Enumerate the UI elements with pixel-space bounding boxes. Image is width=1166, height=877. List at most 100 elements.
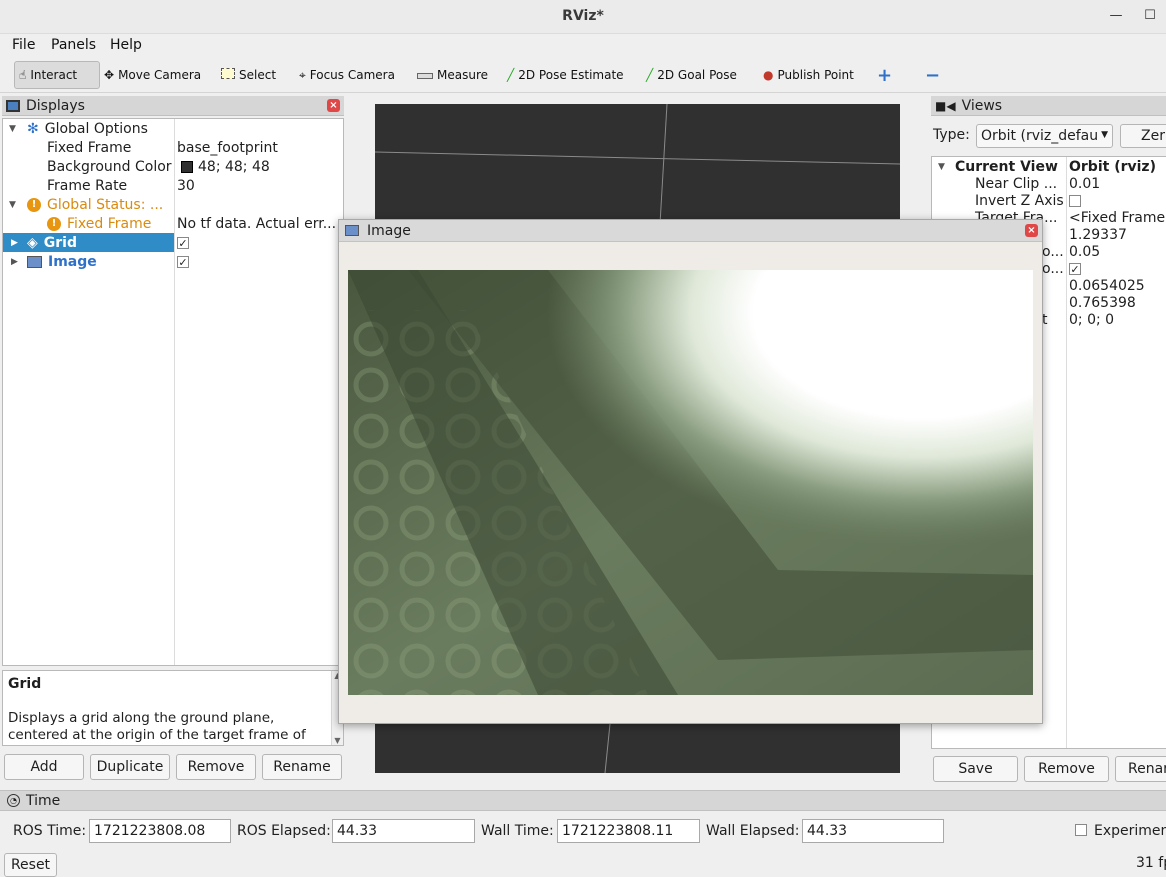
image-panel[interactable]: Image ×	[338, 219, 1043, 724]
type-label: Type:	[933, 127, 970, 143]
grid-row[interactable]: ◈ Grid	[27, 233, 77, 252]
global-status-row[interactable]: ! Global Status: ...	[27, 195, 163, 214]
expand-arrow-icon[interactable]: ▼	[9, 200, 16, 210]
camera-image	[348, 270, 1033, 695]
pose-estimate-button[interactable]: ╱ 2D Pose Estimate	[503, 61, 628, 89]
move-camera-label: Move Camera	[118, 68, 202, 82]
ros-time-label: ROS Time:	[13, 823, 87, 839]
remove-view-button[interactable]: Remove	[1024, 756, 1109, 782]
grid-enabled-checkbox[interactable]: ✓	[177, 233, 189, 252]
crosshair-icon: ⌖	[299, 67, 306, 82]
description-title: Grid	[8, 676, 42, 692]
warning-icon: !	[47, 216, 61, 231]
select-button[interactable]: Select	[217, 61, 280, 89]
wall-elapsed-field[interactable]: 44.33	[802, 819, 944, 843]
hand-pointer-icon: ☝	[19, 68, 27, 82]
rename-display-button[interactable]: Rename	[262, 754, 342, 780]
title-bar: RViz* — ☐	[0, 0, 1166, 34]
monitor-icon	[6, 99, 20, 112]
warning-icon: !	[27, 197, 41, 212]
map-pin-icon: ●	[763, 68, 774, 82]
move-camera-button[interactable]: ✥ Move Camera	[100, 61, 205, 89]
background-color-value[interactable]: 48; 48; 48	[181, 157, 270, 176]
menu-file[interactable]: File	[12, 37, 35, 53]
focal-shape-label: o...	[1042, 260, 1064, 277]
remove-display-button[interactable]: Remove	[176, 754, 256, 780]
status-fixed-frame-label: Fixed Frame	[67, 215, 152, 232]
measure-button[interactable]: Measure	[413, 61, 492, 89]
frame-rate-value[interactable]: 30	[177, 176, 195, 195]
views-title: Views	[961, 97, 1003, 114]
duplicate-button[interactable]: Duplicate	[90, 754, 170, 780]
publish-point-label: Publish Point	[777, 68, 854, 82]
description-text: Displays a grid along the ground plane, …	[8, 710, 306, 743]
grid-label: Grid	[43, 234, 77, 251]
green-arrow-icon: ╱	[646, 68, 654, 82]
image-enabled-checkbox[interactable]: ✓	[177, 252, 189, 271]
status-fixed-frame-row[interactable]: ! Fixed Frame	[47, 214, 151, 233]
save-view-button[interactable]: Save	[933, 756, 1018, 782]
chevron-down-icon: ▼	[1101, 130, 1108, 140]
displays-header: Displays ×	[2, 96, 344, 118]
goal-pose-label: 2D Goal Pose	[657, 68, 737, 82]
fixed-frame-value[interactable]: base_footprint	[177, 138, 278, 157]
wall-time-label: Wall Time:	[481, 823, 554, 839]
close-icon[interactable]: ×	[1025, 224, 1038, 237]
add-button[interactable]: Add	[4, 754, 84, 780]
wall-time-field[interactable]: 1721223808.11	[557, 819, 700, 843]
image-icon	[27, 255, 42, 268]
expand-arrow-icon[interactable]: ▼	[9, 124, 16, 134]
minimize-icon[interactable]: —	[1106, 6, 1126, 26]
menu-help[interactable]: Help	[110, 37, 142, 53]
close-icon[interactable]: ×	[327, 99, 340, 112]
displays-title: Displays	[26, 97, 85, 114]
image-panel-header[interactable]: Image	[339, 220, 1042, 242]
window-title: RViz*	[562, 8, 604, 24]
time-title: Time	[26, 792, 61, 809]
add-tool-icon[interactable]: +	[873, 61, 896, 89]
view-type-select[interactable]: Orbit (rviz_defau ▼	[976, 124, 1113, 148]
displays-tree: ▼ ✻ Global Options Fixed Frame base_foot…	[2, 118, 344, 666]
reset-button[interactable]: Reset	[4, 853, 57, 877]
experimental-checkbox[interactable]	[1075, 824, 1087, 840]
camera-icon: ■◀	[935, 98, 956, 113]
image-panel-title: Image	[367, 222, 411, 239]
experimental-label: Experimen	[1094, 823, 1166, 839]
maximize-icon[interactable]: ☐	[1140, 6, 1160, 26]
rename-view-button[interactable]: Renar	[1115, 756, 1166, 782]
global-options-label: Global Options	[44, 120, 148, 137]
wall-elapsed-label: Wall Elapsed:	[706, 823, 800, 839]
global-status-label: Global Status: ...	[47, 196, 164, 213]
image-label: Image	[48, 253, 97, 270]
menu-bar: File Panels Help	[0, 34, 1166, 56]
goal-pose-button[interactable]: ╱ 2D Goal Pose	[642, 61, 741, 89]
zero-button[interactable]: Zer	[1120, 124, 1166, 148]
ros-time-field[interactable]: 1721223808.08	[89, 819, 231, 843]
global-options-row[interactable]: ✻ Global Options	[27, 119, 148, 138]
ros-elapsed-field[interactable]: 44.33	[332, 819, 475, 843]
view-type-value: Orbit (rviz_defau	[981, 128, 1099, 144]
collapse-arrow-icon[interactable]: ▶	[11, 257, 18, 267]
measure-label: Measure	[437, 68, 488, 82]
toolbar: ☝ Interact ✥ Move Camera Select ⌖ Focus Cam…	[0, 57, 1166, 93]
publish-point-button[interactable]: ● Publish Point	[759, 61, 858, 89]
image-row[interactable]: Image	[27, 252, 97, 271]
expand-arrow-icon[interactable]: ▼	[938, 162, 945, 172]
menu-panels[interactable]: Panels	[51, 37, 96, 53]
focus-camera-label: Focus Camera	[309, 68, 395, 82]
collapse-arrow-icon[interactable]: ▶	[11, 238, 18, 248]
focus-camera-button[interactable]: ⌖ Focus Camera	[295, 61, 399, 89]
views-header: ■◀ Views	[931, 96, 1166, 118]
interact-button[interactable]: ☝ Interact	[14, 61, 100, 89]
fps-indicator: 31 fp	[1136, 855, 1166, 871]
green-arrow-icon: ╱	[507, 68, 515, 82]
gear-icon: ✻	[27, 120, 39, 137]
focal-point-value[interactable]: 0; 0; 0	[1069, 310, 1114, 329]
remove-tool-icon[interactable]: −	[921, 61, 944, 89]
interact-label: Interact	[30, 68, 78, 82]
time-header: ◔ Time	[0, 790, 1166, 811]
background-color-label: Background Color	[47, 158, 172, 175]
select-box-icon	[221, 68, 235, 82]
select-label: Select	[239, 68, 277, 82]
move-arrows-icon: ✥	[104, 68, 115, 82]
